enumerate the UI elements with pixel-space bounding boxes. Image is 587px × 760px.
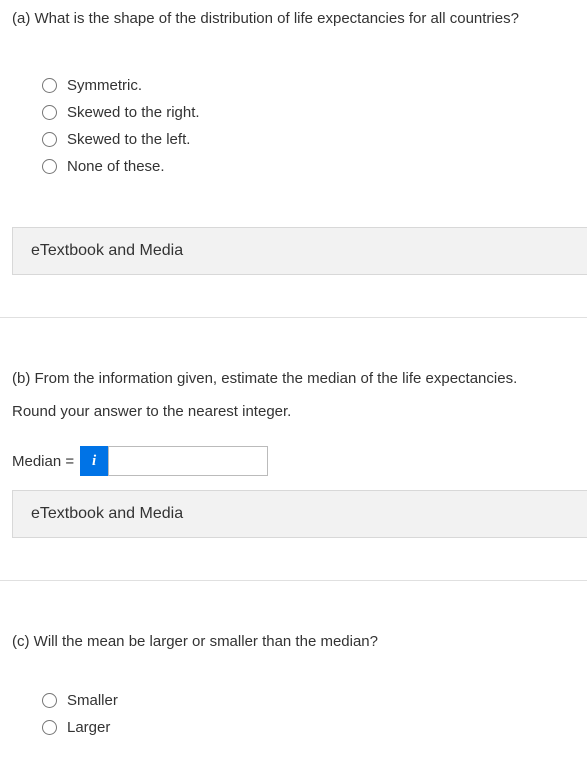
option-radio-skewed-left[interactable]	[42, 132, 57, 147]
median-input[interactable]	[108, 446, 268, 476]
options-group-a: Symmetric. Skewed to the right. Skewed t…	[0, 29, 587, 209]
option-label[interactable]: None of these.	[67, 158, 165, 175]
option-radio-larger[interactable]	[42, 720, 57, 735]
question-part-c: (c) Will the mean be larger or smaller t…	[0, 623, 587, 760]
option-label[interactable]: Larger	[67, 719, 110, 736]
option-radio-none[interactable]	[42, 159, 57, 174]
median-label: Median =	[12, 453, 74, 470]
info-icon[interactable]: i	[80, 446, 108, 476]
option-label[interactable]: Skewed to the left.	[67, 131, 190, 148]
options-group-c: Smaller Larger	[0, 652, 587, 760]
question-a-prompt: (a) What is the shape of the distributio…	[0, 0, 587, 29]
etextbook-media-button[interactable]: eTextbook and Media	[12, 227, 587, 275]
option-radio-smaller[interactable]	[42, 693, 57, 708]
question-part-b: (b) From the information given, estimate…	[0, 360, 587, 538]
question-b-instruction: Round your answer to the nearest integer…	[0, 389, 587, 422]
option-row: Symmetric.	[42, 77, 575, 94]
option-row: None of these.	[42, 158, 575, 175]
option-label[interactable]: Smaller	[67, 692, 118, 709]
option-row: Skewed to the right.	[42, 104, 575, 121]
option-row: Larger	[42, 719, 575, 736]
section-divider	[0, 317, 587, 318]
option-label[interactable]: Symmetric.	[67, 77, 142, 94]
option-radio-symmetric[interactable]	[42, 78, 57, 93]
question-c-prompt: (c) Will the mean be larger or smaller t…	[0, 623, 587, 652]
median-input-row: Median = i	[0, 422, 587, 476]
option-row: Skewed to the left.	[42, 131, 575, 148]
section-divider	[0, 580, 587, 581]
question-b-prompt: (b) From the information given, estimate…	[0, 360, 587, 389]
etextbook-media-button[interactable]: eTextbook and Media	[12, 490, 587, 538]
option-row: Smaller	[42, 692, 575, 709]
option-label[interactable]: Skewed to the right.	[67, 104, 200, 121]
option-radio-skewed-right[interactable]	[42, 105, 57, 120]
question-part-a: (a) What is the shape of the distributio…	[0, 0, 587, 275]
